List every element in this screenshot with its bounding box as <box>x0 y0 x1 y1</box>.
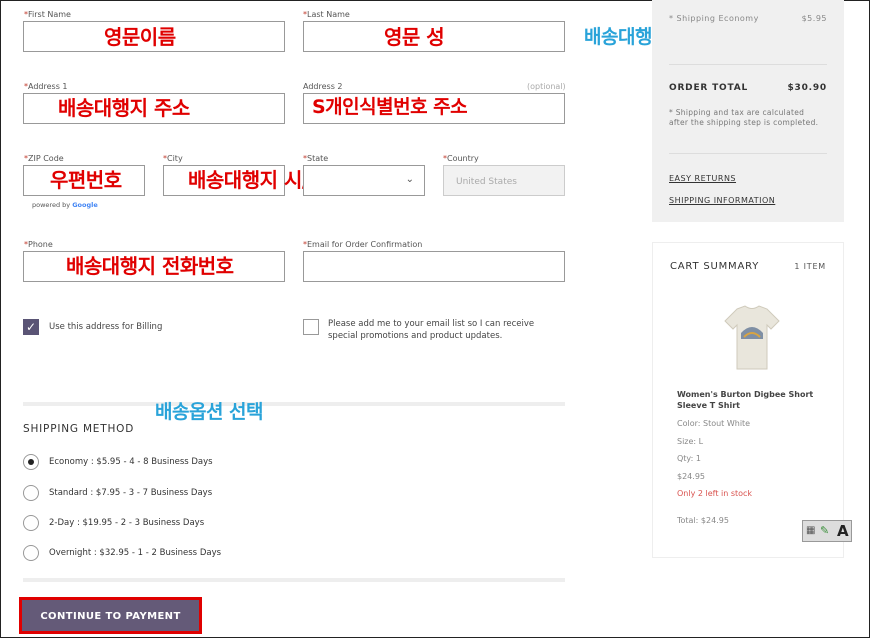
order-total-value: $30.90 <box>787 83 827 93</box>
city-label: City <box>163 154 183 163</box>
cart-summary-panel: CART SUMMARY 1 ITEM Women's Burton Digbe… <box>652 242 844 558</box>
address2-label: Address 2 <box>303 82 343 91</box>
divider-bottom <box>23 578 565 582</box>
annotation-phone: 배송대행지 전화번호 <box>66 254 234 278</box>
ime-toolbar[interactable]: ▦ ✎ A <box>802 520 852 542</box>
cart-item-color: Color: Stout White <box>677 419 751 428</box>
shipping-option-standard-label: Standard : $7.95 - 3 - 7 Business Days <box>49 488 213 498</box>
country-value: United States <box>456 177 517 187</box>
shipping-option-economy-radio[interactable] <box>23 454 39 470</box>
shipping-option-overnight-radio[interactable] <box>23 545 39 561</box>
email-field[interactable] <box>303 251 565 282</box>
annotation-first-name: 영문이름 <box>104 25 176 49</box>
zip-label: ZIP Code <box>24 154 64 163</box>
cart-total: Total: $24.95 <box>677 516 729 525</box>
google-logo: Google <box>72 201 98 209</box>
annotation-zip: 우편번호 <box>50 168 122 192</box>
state-label: State <box>303 154 328 163</box>
cart-item-name[interactable]: Women's Burton Digbee Short Sleeve T Shi… <box>677 389 827 411</box>
product-thumbnail[interactable] <box>719 303 785 373</box>
annotation-address2: S개인식별번호 주소 <box>312 96 468 118</box>
shipping-method-title: SHIPPING METHOD <box>23 423 135 435</box>
billing-checkbox[interactable]: ✓ <box>23 319 39 335</box>
address1-label: Address 1 <box>24 82 68 91</box>
last-name-label: Last Name <box>303 10 350 19</box>
powered-by-google: powered by Google <box>32 201 98 209</box>
summary-divider-2 <box>669 153 827 154</box>
phone-label: Phone <box>24 240 53 249</box>
shipping-option-2day-label: 2-Day : $19.95 - 2 - 3 Business Days <box>49 518 205 528</box>
order-total-label: ORDER TOTAL <box>669 83 748 93</box>
grid-icon: ▦ <box>806 525 816 536</box>
email-list-label: Please add me to your email list so I ca… <box>328 319 535 341</box>
summary-divider-1 <box>669 64 827 65</box>
easy-returns-link[interactable]: EASY RETURNS <box>669 174 736 183</box>
continue-to-payment-button[interactable]: CONTINUE TO PAYMENT <box>19 597 202 634</box>
email-label: Email for Order Confirmation <box>303 240 422 249</box>
font-icon: A <box>837 522 849 540</box>
cart-summary-title: CART SUMMARY <box>670 261 760 272</box>
cart-item-qty: Qty: 1 <box>677 454 701 463</box>
annotation-address1: 배송대행지 주소 <box>58 96 190 120</box>
cart-item-price: $24.95 <box>677 472 705 481</box>
shipping-option-overnight-label: Overnight : $32.95 - 1 - 2 Business Days <box>49 548 222 558</box>
tax-note: * Shipping and tax are calculated after … <box>669 108 819 127</box>
annotation-last-name: 영문 성 <box>384 25 445 49</box>
shipping-option-economy-label: Economy : $5.95 - 4 - 8 Business Days <box>49 457 213 467</box>
first-name-label: First Name <box>24 10 71 19</box>
state-select[interactable]: ⌄ <box>303 165 425 196</box>
annotation-shipping-option: 배송옵션 선택 <box>155 401 264 423</box>
chevron-down-icon: ⌄ <box>405 174 414 185</box>
divider-top <box>23 402 565 406</box>
country-label: Country <box>443 154 479 163</box>
order-summary-panel: * Shipping Economy $5.95 ORDER TOTAL $30… <box>652 0 844 222</box>
shipping-line-value: $5.95 <box>801 14 827 23</box>
country-field: United States <box>443 165 565 196</box>
address2-optional: (optional) <box>527 82 566 91</box>
shipping-information-link[interactable]: SHIPPING INFORMATION <box>669 196 775 205</box>
cart-item-stock: Only 2 left in stock <box>677 489 753 498</box>
shipping-line-label: * Shipping Economy <box>669 14 759 23</box>
cart-item-count: 1 ITEM <box>794 262 826 271</box>
shipping-option-2day-radio[interactable] <box>23 515 39 531</box>
cart-item-size: Size: L <box>677 437 704 446</box>
email-list-checkbox[interactable] <box>303 319 319 335</box>
billing-checkbox-label: Use this address for Billing <box>49 322 163 332</box>
shipping-option-standard-radio[interactable] <box>23 485 39 501</box>
pencil-icon: ✎ <box>820 524 830 537</box>
